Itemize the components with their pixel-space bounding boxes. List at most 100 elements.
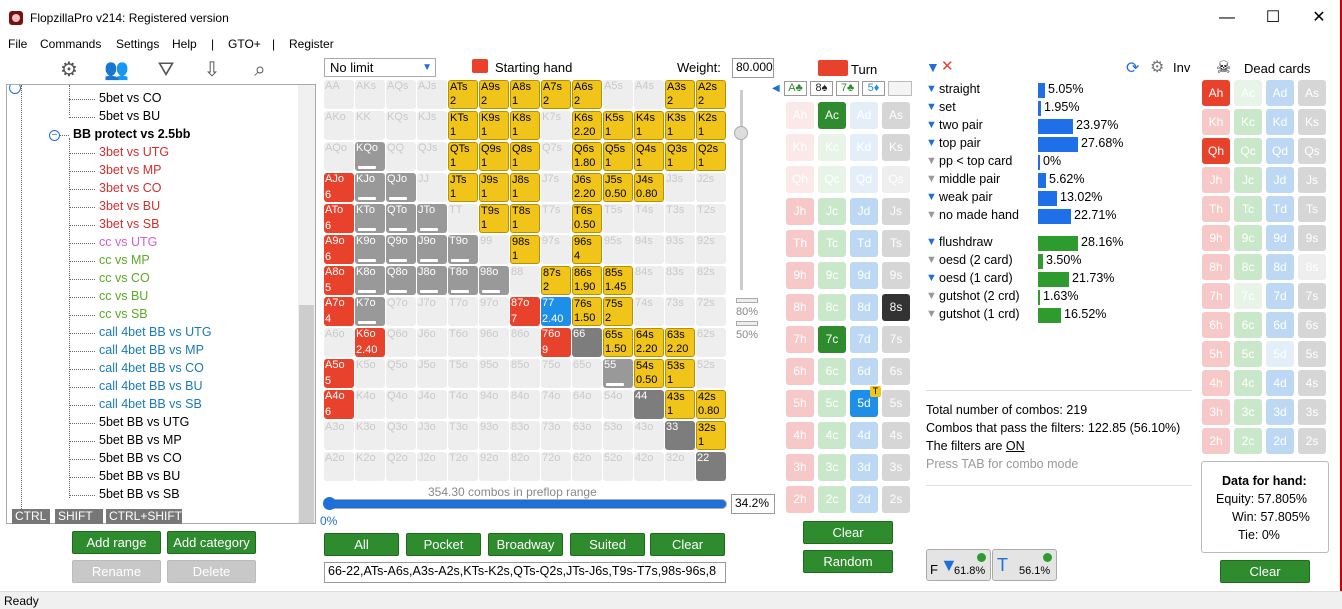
tree-item[interactable]: call 4bet BB vs UTG	[99, 325, 212, 339]
hand-cell[interactable]: A6s 2	[572, 80, 602, 109]
hand-cell[interactable]: J3o	[417, 421, 447, 450]
hand-cell[interactable]: KQs	[386, 111, 416, 140]
hand-cell[interactable]: A7s 2	[541, 80, 571, 109]
clear-filter-icon[interactable]: ✕	[941, 57, 954, 75]
tree-item[interactable]: 5bet BB vs BU	[99, 469, 180, 483]
filter-icon[interactable]: ▼	[926, 59, 940, 75]
filter-icon[interactable]: ▼	[926, 254, 937, 266]
turn-card[interactable]: 2d	[850, 486, 878, 513]
turn-card[interactable]: 3d	[850, 454, 878, 481]
turn-card[interactable]: Qh	[786, 166, 814, 193]
filter-icon[interactable]: ▼	[926, 290, 937, 302]
hand-cell[interactable]: ATs 2	[448, 80, 478, 109]
hand-cell[interactable]: 83s	[665, 266, 695, 295]
weight-slider-thumb[interactable]	[734, 126, 748, 140]
range-percent-input[interactable]: 34.2%	[731, 494, 775, 514]
hand-cell[interactable]: T7o	[448, 297, 478, 326]
filter-add-icon[interactable]: ⛛	[154, 58, 178, 82]
hand-cell[interactable]: 86s 1.90	[572, 266, 602, 295]
dead-card[interactable]: 8c	[1234, 254, 1262, 280]
dead-card[interactable]: Ks	[1298, 109, 1326, 135]
hand-cell[interactable]: 54o	[603, 390, 633, 419]
hand-cell[interactable]: 32s 1	[696, 421, 726, 450]
dead-card[interactable]: Qd	[1266, 138, 1294, 164]
hand-cell[interactable]: 75o	[541, 359, 571, 388]
dead-card[interactable]: Qs	[1298, 138, 1326, 164]
hand-cell[interactable]: A3s 2	[665, 80, 695, 109]
hand-cell[interactable]: J8s 1	[510, 173, 540, 202]
dead-card[interactable]: Ah	[1202, 80, 1230, 106]
dead-card[interactable]: 4s	[1298, 370, 1326, 396]
dead-card[interactable]: 2s	[1298, 428, 1326, 454]
hand-cell[interactable]: 65o	[572, 359, 602, 388]
filter-row[interactable]: ▼ top pair 27.68%	[926, 135, 1126, 153]
dead-card[interactable]: 3s	[1298, 399, 1326, 425]
turn-card[interactable]: 4d	[850, 422, 878, 449]
tree-item[interactable]: 5bet vs BU	[99, 109, 160, 123]
dead-card[interactable]: 5c	[1234, 341, 1262, 367]
tree-item[interactable]: 5bet BB vs UTG	[99, 415, 189, 429]
turn-card[interactable]: 6c	[818, 358, 846, 385]
menu-gto[interactable]: GTO+	[228, 37, 261, 51]
dead-card[interactable]: Tc	[1234, 196, 1262, 222]
hand-cell[interactable]: 22	[696, 452, 726, 481]
dead-card[interactable]: Ad	[1266, 80, 1294, 106]
hand-cell[interactable]: 43o	[634, 421, 664, 450]
dead-card[interactable]: Jh	[1202, 167, 1230, 193]
turn-card[interactable]: 9s	[882, 262, 910, 289]
dead-card[interactable]: Ac	[1234, 80, 1262, 106]
hand-cell[interactable]: 92s	[696, 235, 726, 264]
dead-card[interactable]: 6c	[1234, 312, 1262, 338]
hand-cell[interactable]: K2s 1	[696, 111, 726, 140]
hand-cell[interactable]: K6o 2.40	[355, 328, 385, 357]
hand-cell[interactable]: 93s	[665, 235, 695, 264]
hand-cell[interactable]: A4s	[634, 80, 664, 109]
dead-card[interactable]: 7s	[1298, 283, 1326, 309]
turn-card[interactable]: 3h	[786, 454, 814, 481]
turn-card[interactable]: As	[882, 102, 910, 129]
hand-cell[interactable]: 44	[634, 390, 664, 419]
menu-register[interactable]: Register	[289, 37, 334, 51]
tree-item[interactable]: 5bet BB vs CO	[99, 451, 182, 465]
add-range-button[interactable]: Add range	[72, 531, 161, 554]
limit-dropdown[interactable]: No limit ▼	[324, 58, 436, 77]
hand-cell[interactable]: 75s 2	[603, 297, 633, 326]
filter-row[interactable]: ▼ two pair 23.97%	[926, 117, 1126, 135]
hand-cell[interactable]: T2s	[696, 204, 726, 233]
turn-card[interactable]: 9c	[818, 262, 846, 289]
hand-cell[interactable]: T9o	[448, 235, 478, 264]
board-clear-button[interactable]: Clear	[803, 521, 893, 544]
hand-cell[interactable]: 32o	[665, 452, 695, 481]
tree-item[interactable]: call 4bet BB vs SB	[99, 397, 202, 411]
dead-card[interactable]: 2d	[1266, 428, 1294, 454]
hand-cell[interactable]: A5o 5	[324, 359, 354, 388]
arrow-left-icon[interactable]: ◀	[772, 83, 780, 94]
tree-item[interactable]: cc vs SB	[99, 307, 148, 321]
hand-cell[interactable]: J2s	[696, 173, 726, 202]
turn-card[interactable]: Th	[786, 230, 814, 257]
hand-cell[interactable]: Q2o	[386, 452, 416, 481]
hand-cell[interactable]: Q8o	[386, 266, 416, 295]
board-card[interactable]: 8♠	[810, 81, 833, 96]
range-tree[interactable]: 5bet vs CO 5bet vs BU BB protect vs 2.5bb −…	[6, 84, 316, 524]
hand-cell[interactable]: QQ	[386, 142, 416, 171]
pocket-button[interactable]: Pocket	[406, 533, 481, 556]
hand-cell[interactable]: Q3o	[386, 421, 416, 450]
hand-cell[interactable]: Q2s 1	[696, 142, 726, 171]
hand-cell[interactable]: 84s	[634, 266, 664, 295]
inv-label[interactable]: Inv	[1173, 60, 1190, 75]
turn-card[interactable]: Ts	[882, 230, 910, 257]
tree-item[interactable]: 5bet BB vs SB	[99, 487, 180, 501]
filter-icon[interactable]: ▼	[926, 101, 937, 113]
dead-card[interactable]: Ts	[1298, 196, 1326, 222]
filter-row[interactable]: ▼ gutshot (2 crd) 1.63%	[926, 288, 1126, 306]
dead-card[interactable]: 8d	[1266, 254, 1294, 280]
hand-cell[interactable]: K2o	[355, 452, 385, 481]
hand-cell[interactable]: QJo	[386, 173, 416, 202]
turn-card[interactable]: Ah	[786, 102, 814, 129]
add-category-button[interactable]: Add category	[167, 531, 256, 554]
menu-help[interactable]: Help	[172, 37, 197, 51]
hand-cell[interactable]: 97s	[541, 235, 571, 264]
tree-item[interactable]: cc vs CO	[99, 271, 150, 285]
collapse-toggle[interactable]: −	[49, 130, 60, 141]
